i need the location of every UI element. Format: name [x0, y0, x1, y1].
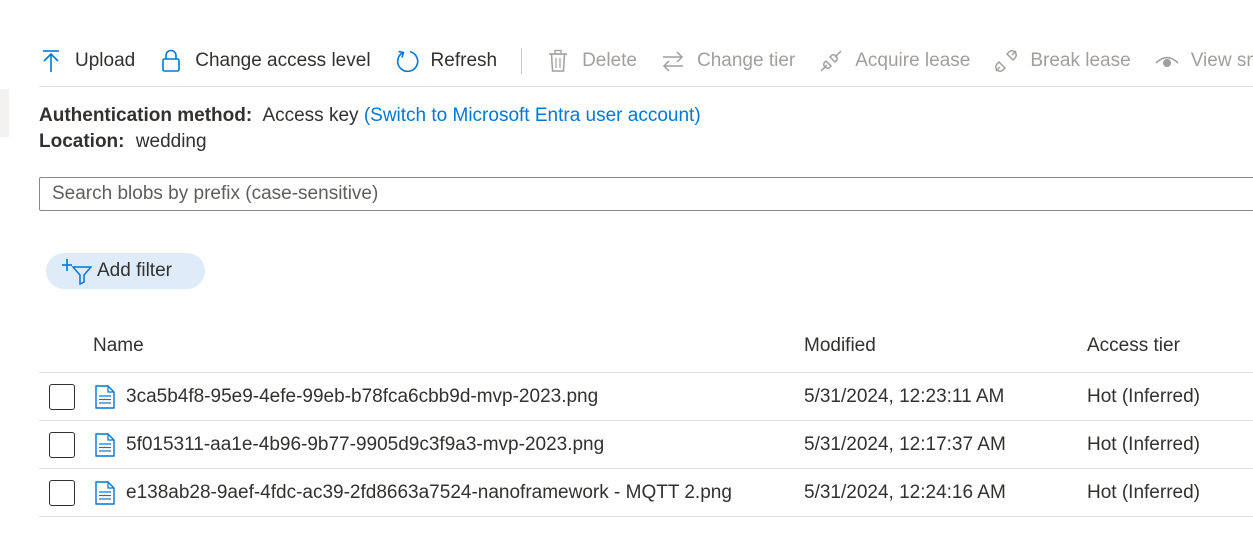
file-icon	[95, 385, 115, 409]
blob-name-link[interactable]: e138ab28-9aef-4fdc-ac39-2fd8663a7524-nan…	[126, 482, 732, 504]
unplug-icon	[994, 49, 1018, 73]
plug-icon	[819, 49, 843, 73]
view-snapshots-button[interactable]: View sn	[1155, 49, 1253, 73]
switch-entra-link[interactable]: (Switch to Microsoft Entra user account)	[364, 105, 701, 126]
column-header-modified[interactable]: Modified	[804, 335, 876, 357]
table-row[interactable]: e138ab28-9aef-4fdc-ac39-2fd8663a7524-nan…	[39, 469, 1253, 517]
table-row[interactable]: 3ca5b4f8-95e9-4efe-99eb-b78fca6cbb9d-mvp…	[39, 373, 1253, 421]
refresh-icon	[395, 49, 419, 73]
delete-label: Delete	[582, 50, 637, 71]
auth-method-label: Authentication method:	[39, 105, 253, 126]
change-access-level-label: Change access level	[195, 50, 371, 71]
change-tier-button[interactable]: Change tier	[661, 49, 795, 73]
blob-name-link[interactable]: 3ca5b4f8-95e9-4efe-99eb-b78fca6cbb9d-mvp…	[126, 386, 598, 408]
table-header: Name Modified Access tier	[39, 320, 1253, 373]
toolbar-separator	[521, 48, 523, 74]
column-header-name[interactable]: Name	[93, 335, 144, 357]
side-panel-edge	[0, 89, 9, 137]
blob-modified: 5/31/2024, 12:17:37 AM	[804, 434, 1006, 455]
blob-access-tier: Hot (Inferred)	[1087, 482, 1200, 503]
upload-label: Upload	[75, 50, 136, 71]
eye-icon	[1155, 49, 1179, 73]
delete-button[interactable]: Delete	[546, 49, 637, 73]
add-filter-icon	[62, 257, 92, 285]
view-snapshots-label: View sn	[1190, 50, 1253, 71]
add-filter-label: Add filter	[97, 260, 172, 281]
acquire-lease-button[interactable]: Acquire lease	[819, 49, 970, 73]
column-header-access-tier[interactable]: Access tier	[1087, 335, 1180, 357]
upload-icon	[39, 49, 63, 73]
refresh-label: Refresh	[430, 50, 498, 71]
auth-method-value: Access key	[262, 105, 359, 126]
change-tier-label: Change tier	[697, 50, 796, 71]
location-value: wedding	[135, 131, 207, 152]
file-icon	[95, 481, 115, 505]
blob-access-tier: Hot (Inferred)	[1087, 386, 1200, 407]
location-label: Location:	[39, 131, 125, 152]
search-blobs-input[interactable]	[39, 177, 1253, 211]
refresh-button[interactable]: Refresh	[395, 49, 498, 73]
row-checkbox[interactable]	[49, 432, 75, 458]
authentication-method-line: Authentication method: Access key (Switc…	[39, 103, 701, 129]
blob-list-table: Name Modified Access tier 3ca5b4f8-95e9-…	[39, 320, 1253, 517]
blob-access-tier: Hot (Inferred)	[1087, 434, 1200, 455]
change-access-level-button[interactable]: Change access level	[159, 49, 371, 73]
row-checkbox[interactable]	[49, 480, 75, 506]
table-row[interactable]: 5f015311-aa1e-4b96-9b77-9905d9c3f9a3-mvp…	[39, 421, 1253, 469]
blob-modified: 5/31/2024, 12:24:16 AM	[804, 482, 1006, 503]
blob-container-page: Upload Change access level Refresh Delet	[0, 0, 1253, 556]
blob-name-link[interactable]: 5f015311-aa1e-4b96-9b77-9905d9c3f9a3-mvp…	[126, 434, 604, 456]
add-filter-button[interactable]: Add filter	[46, 253, 205, 289]
lock-icon	[159, 49, 183, 73]
break-lease-button[interactable]: Break lease	[994, 49, 1131, 73]
break-lease-label: Break lease	[1030, 50, 1131, 71]
command-bar: Upload Change access level Refresh Delet	[39, 34, 1253, 87]
row-checkbox[interactable]	[49, 384, 75, 410]
location-line: Location: wedding	[39, 129, 207, 155]
acquire-lease-label: Acquire lease	[855, 50, 971, 71]
upload-button[interactable]: Upload	[39, 49, 135, 73]
swap-arrows-icon	[661, 49, 685, 73]
blob-modified: 5/31/2024, 12:23:11 AM	[804, 386, 1005, 407]
trash-icon	[546, 49, 570, 73]
file-icon	[95, 433, 115, 457]
